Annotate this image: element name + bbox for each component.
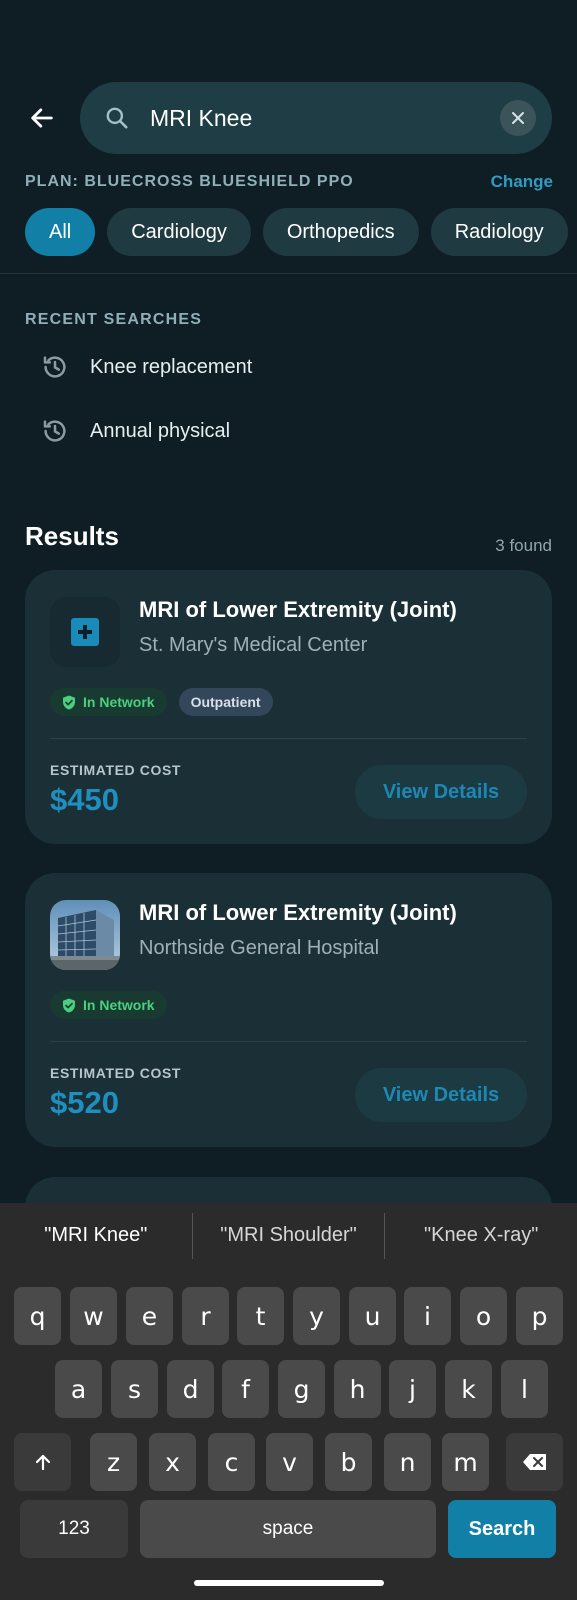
procedure-title: MRI of Lower Extremity (Joint) [139, 597, 457, 622]
chip-cardiology[interactable]: Cardiology [107, 208, 251, 256]
shield-check-icon [63, 695, 75, 709]
key-x[interactable]: x [149, 1433, 196, 1491]
key-c[interactable]: c [208, 1433, 255, 1491]
suggestion-item[interactable]: "Knee X-ray" [385, 1203, 577, 1268]
estimated-cost-label: ESTIMATED COST [50, 1065, 182, 1081]
key-u[interactable]: u [349, 1287, 396, 1345]
result-card[interactable]: MRI of Lower Extremity (Joint) St. Mary'… [25, 570, 552, 844]
app-screen: PLAN: BLUECROSS BLUESHIELD PPO Change Al… [0, 0, 577, 1600]
recent-search-item[interactable]: Annual physical [40, 416, 230, 446]
key-y[interactable]: y [293, 1287, 340, 1345]
key-d[interactable]: d [167, 1360, 214, 1418]
in-network-badge: In Network [50, 688, 167, 716]
key-t[interactable]: t [237, 1287, 284, 1345]
medical-cross-icon [71, 618, 99, 646]
recent-search-label: Annual physical [90, 419, 231, 442]
plan-row: PLAN: BLUECROSS BLUESHIELD PPO Change [25, 172, 553, 192]
on-screen-keyboard: "MRI Knee" "MRI Shoulder" "Knee X-ray" q… [0, 1203, 577, 1600]
header-divider [0, 273, 577, 274]
facility-name: Northside General Hospital [139, 937, 380, 959]
setting-badge: Outpatient [178, 688, 273, 716]
backspace-key[interactable] [506, 1433, 563, 1491]
facility-name: St. Mary's Medical Center [139, 634, 368, 656]
key-k[interactable]: k [445, 1360, 492, 1418]
backspace-icon [522, 1454, 546, 1470]
key-z[interactable]: z [90, 1433, 137, 1491]
history-icon [40, 352, 70, 382]
key-i[interactable]: i [404, 1287, 451, 1345]
chip-radiology[interactable]: Radiology [430, 208, 568, 256]
key-f[interactable]: f [222, 1360, 269, 1418]
estimated-cost-value: $520 [50, 1085, 119, 1120]
facility-thumbnail [50, 597, 120, 667]
view-details-button[interactable]: View Details [355, 1068, 527, 1122]
recent-search-label: Knee replacement [90, 355, 253, 378]
search-input[interactable] [150, 104, 500, 132]
shift-arrow-icon [35, 1454, 50, 1471]
chip-all[interactable]: All [25, 208, 96, 256]
shield-check-icon [63, 998, 75, 1012]
estimated-cost-label: ESTIMATED COST [50, 762, 182, 778]
suggestion-item[interactable]: "MRI Shoulder" [193, 1203, 385, 1268]
recent-search-item[interactable]: Knee replacement [40, 352, 252, 382]
key-q[interactable]: q [14, 1287, 61, 1345]
key-h[interactable]: h [334, 1360, 381, 1418]
close-icon [512, 112, 524, 124]
clear-search-button[interactable] [500, 100, 536, 136]
recent-searches-title: RECENT SEARCHES [25, 311, 203, 328]
search-icon [104, 104, 132, 132]
change-plan-link[interactable]: Change [491, 172, 553, 192]
badge-row: In Network Outpatient [50, 688, 273, 716]
space-key[interactable]: space [140, 1500, 436, 1558]
procedure-title: MRI of Lower Extremity (Joint) [139, 900, 457, 925]
history-icon [40, 416, 70, 446]
key-m[interactable]: m [442, 1433, 489, 1491]
results-count: 3 found [495, 536, 552, 555]
plan-label: PLAN: BLUECROSS BLUESHIELD PPO [25, 173, 354, 190]
search-key[interactable]: Search [448, 1500, 556, 1558]
key-b[interactable]: b [325, 1433, 372, 1491]
chip-orthopedics[interactable]: Orthopedics [262, 208, 419, 256]
in-network-badge: In Network [50, 991, 167, 1019]
key-o[interactable]: o [460, 1287, 507, 1345]
key-p[interactable]: p [516, 1287, 563, 1345]
key-n[interactable]: n [384, 1433, 431, 1491]
result-card[interactable]: MRI of Lower Extremity (Joint) Northside… [25, 873, 552, 1147]
estimated-cost-value: $450 [50, 782, 119, 817]
key-a[interactable]: a [55, 1360, 102, 1418]
keyboard-suggestions: "MRI Knee" "MRI Shoulder" "Knee X-ray" [0, 1203, 577, 1268]
home-indicator[interactable] [194, 1580, 384, 1586]
category-chips: All Cardiology Orthopedics Radiology [25, 208, 568, 256]
back-arrow-icon [31, 108, 53, 128]
in-network-label: In Network [83, 694, 155, 710]
badge-row: In Network [50, 991, 167, 1019]
back-button[interactable] [22, 98, 62, 138]
results-title: Results [25, 521, 119, 551]
key-s[interactable]: s [111, 1360, 158, 1418]
key-r[interactable]: r [182, 1287, 229, 1345]
view-details-button[interactable]: View Details [355, 765, 527, 819]
key-l[interactable]: l [501, 1360, 548, 1418]
key-v[interactable]: v [266, 1433, 313, 1491]
card-divider [50, 738, 527, 739]
hospital-building-photo [50, 900, 120, 970]
card-divider [50, 1041, 527, 1042]
in-network-label: In Network [83, 997, 155, 1013]
search-bar[interactable] [80, 82, 552, 154]
shift-key[interactable] [14, 1433, 71, 1491]
key-g[interactable]: g [278, 1360, 325, 1418]
suggestion-item[interactable]: "MRI Knee" [0, 1203, 192, 1268]
key-w[interactable]: w [70, 1287, 117, 1345]
key-e[interactable]: e [126, 1287, 173, 1345]
key-j[interactable]: j [389, 1360, 436, 1418]
numbers-key[interactable]: 123 [20, 1500, 128, 1558]
